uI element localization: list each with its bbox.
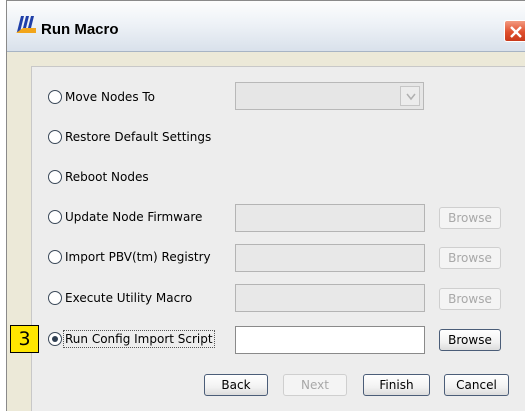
move-nodes-select[interactable] (235, 82, 424, 110)
next-button[interactable]: Next (283, 374, 347, 396)
finish-button[interactable]: Finish (363, 374, 430, 396)
step-number-badge: 3 (10, 325, 39, 353)
option-config-import[interactable]: Run Config Import Script (48, 328, 215, 350)
radio-utility-macro[interactable] (48, 291, 62, 305)
firmware-path-field[interactable] (235, 204, 425, 232)
registry-path-field[interactable] (235, 244, 425, 272)
option-label: Move Nodes To (65, 90, 156, 104)
option-label: Reboot Nodes (65, 170, 149, 184)
radio-reboot-nodes[interactable] (48, 170, 62, 184)
option-update-firmware[interactable]: Update Node Firmware (48, 206, 202, 228)
close-button[interactable] (504, 20, 525, 42)
option-label: Execute Utility Macro (65, 291, 193, 305)
option-label: Restore Default Settings (65, 130, 212, 144)
option-label: Import PBV(tm) Registry (65, 250, 211, 264)
option-restore-defaults[interactable]: Restore Default Settings (48, 126, 211, 148)
option-label: Run Config Import Script (63, 330, 215, 348)
radio-move-nodes[interactable] (48, 90, 62, 104)
option-utility-macro[interactable]: Execute Utility Macro (48, 287, 192, 309)
options-panel (31, 66, 525, 411)
radio-config-import[interactable] (48, 332, 62, 346)
cancel-button[interactable]: Cancel (444, 374, 509, 396)
title-bar: Run Macro (7, 1, 525, 52)
back-button[interactable]: Back (204, 374, 268, 396)
browse-config-script-button[interactable]: Browse (439, 329, 501, 351)
window-title: Run Macro (41, 21, 119, 38)
option-reboot-nodes[interactable]: Reboot Nodes (48, 166, 149, 188)
chevron-down-icon (406, 93, 416, 101)
config-script-path-field[interactable] (235, 326, 425, 354)
radio-restore-defaults[interactable] (48, 130, 62, 144)
browse-firmware-button[interactable]: Browse (439, 207, 501, 229)
radio-update-firmware[interactable] (48, 210, 62, 224)
option-move-nodes[interactable]: Move Nodes To (48, 86, 155, 108)
browse-registry-button[interactable]: Browse (439, 247, 501, 269)
utility-macro-path-field[interactable] (235, 284, 425, 312)
browse-utility-macro-button[interactable]: Browse (439, 288, 501, 310)
radio-import-registry[interactable] (48, 250, 62, 264)
close-icon (510, 26, 522, 38)
option-label: Update Node Firmware (65, 210, 203, 224)
dropdown-button[interactable] (400, 86, 420, 106)
app-logo-icon (15, 14, 37, 34)
option-import-registry[interactable]: Import PBV(tm) Registry (48, 246, 211, 268)
